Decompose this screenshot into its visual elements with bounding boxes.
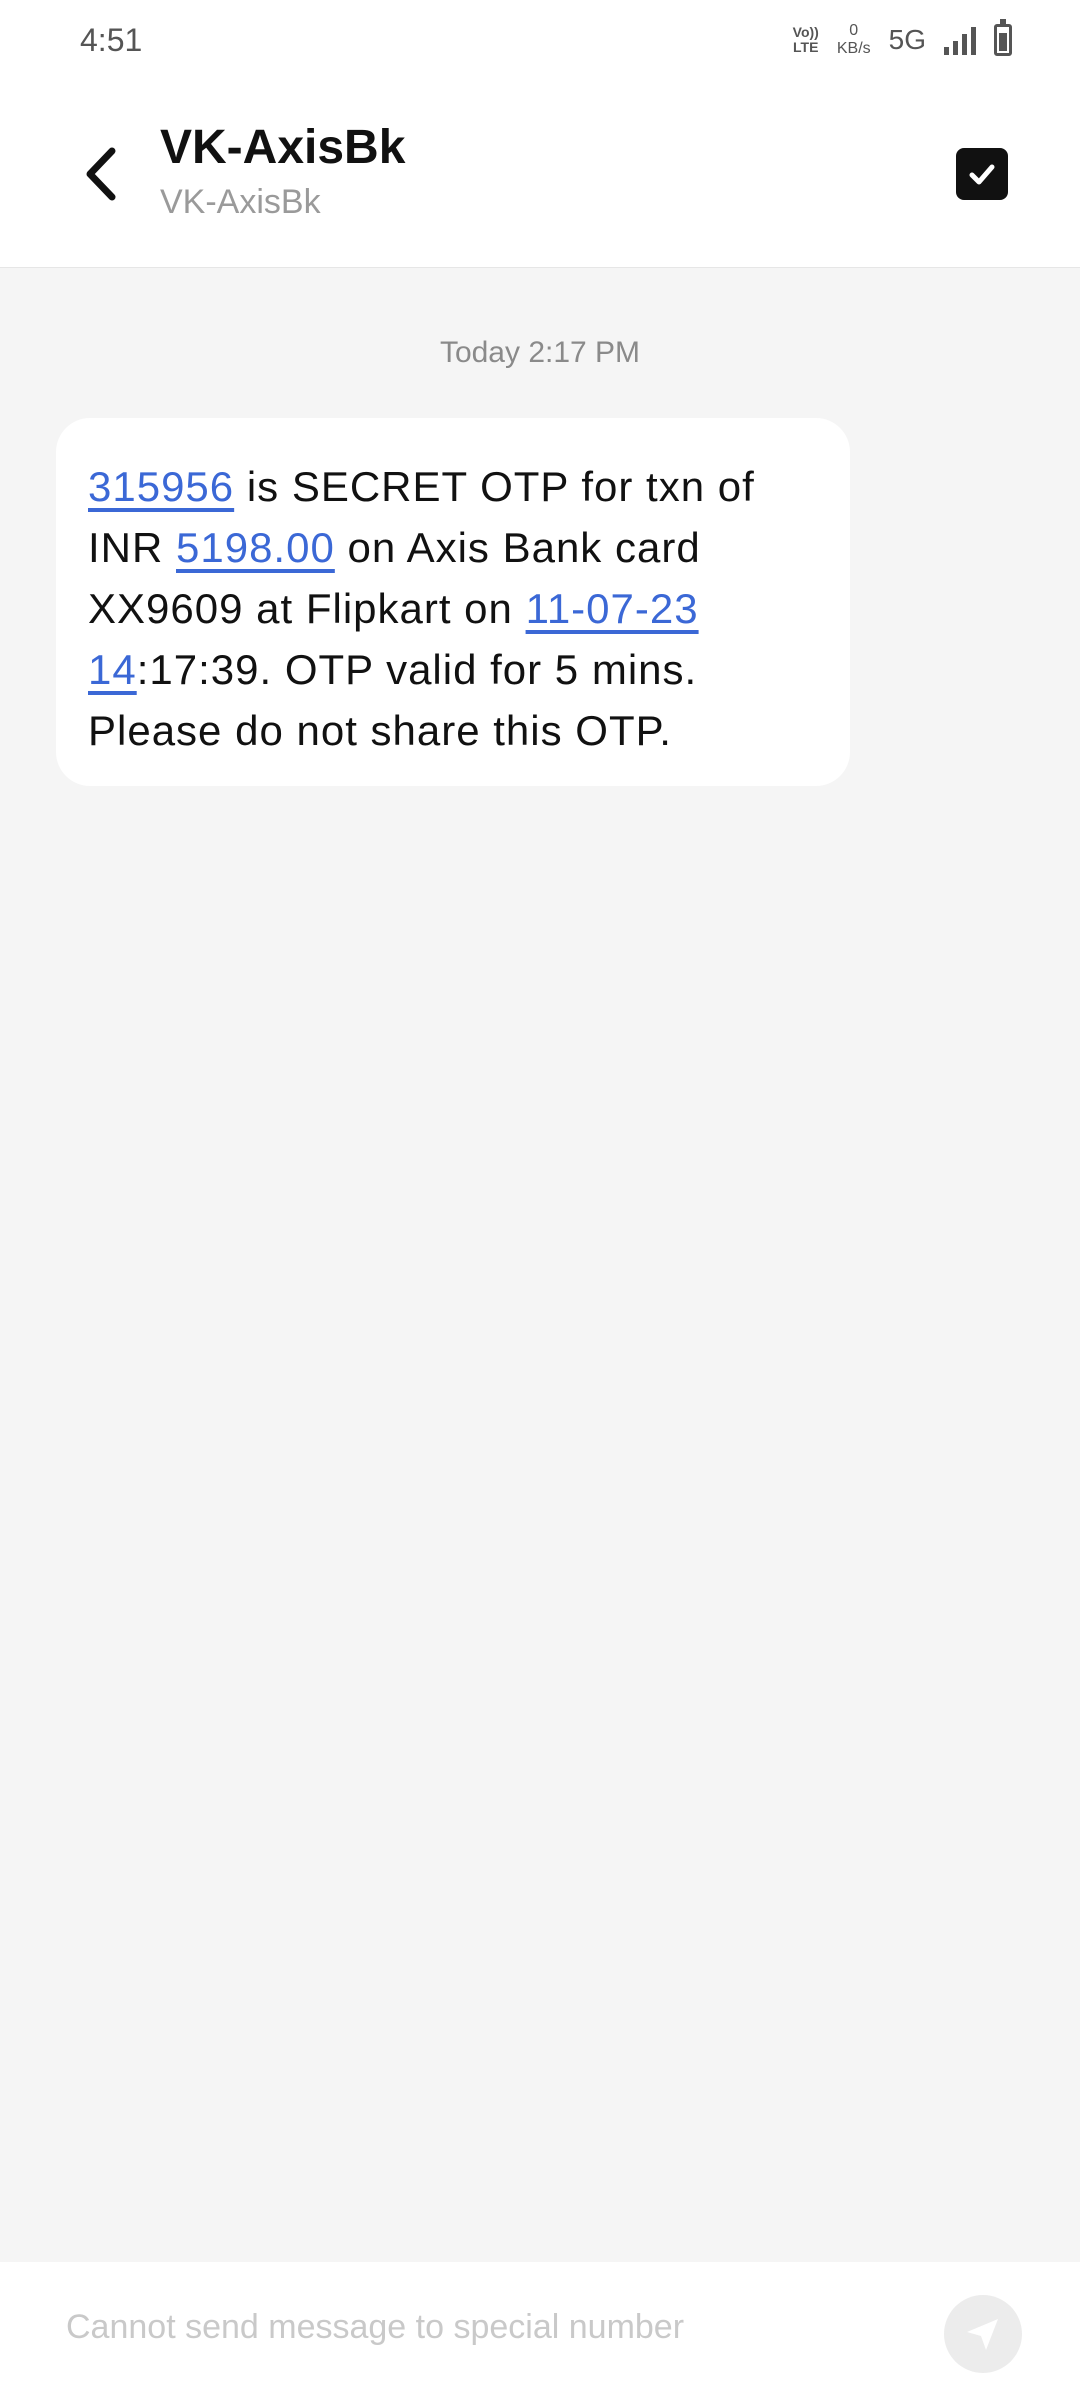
- otp-link[interactable]: 315956: [88, 463, 234, 510]
- conversation-header: VK-AxisBk VK-AxisBk: [0, 80, 1080, 268]
- message-text: :17:39. OTP valid for 5 mins. Please do …: [88, 646, 698, 754]
- status-icons: Vo)) LTE 0 KB/s 5G: [793, 19, 1012, 58]
- back-arrow-icon: [86, 147, 116, 201]
- amount-link[interactable]: 5198.00: [176, 524, 335, 571]
- message-input: Cannot send message to special number: [66, 2308, 685, 2346]
- checkbox-icon: [969, 164, 995, 185]
- volte-icon: Vo)) LTE: [793, 25, 819, 55]
- message-timestamp: Today 2:17 PM: [439, 336, 641, 369]
- signal-icon: [944, 25, 976, 55]
- speed-unit: KB/s: [836, 40, 871, 57]
- contact-number: VK-AxisBk: [160, 183, 321, 221]
- status-bar: 4:51 Vo)) LTE 0 KB/s 5G: [0, 0, 1080, 80]
- send-button: [944, 2295, 1022, 2373]
- network-type: 5G: [888, 24, 926, 55]
- battery-icon: [994, 19, 1012, 56]
- volte-label: Vo)): [792, 24, 819, 40]
- select-button[interactable]: [956, 148, 1008, 200]
- contact-name: VK-AxisBk: [160, 121, 406, 174]
- send-icon: [967, 2319, 998, 2350]
- network-speed: 0 KB/s: [837, 22, 871, 58]
- speed-value: 0: [849, 22, 859, 39]
- message-bubble[interactable]: 315956 is SECRET OTP for txn of INR 5198…: [56, 418, 850, 786]
- contact-info: VK-AxisBk VK-AxisBk: [160, 120, 405, 222]
- status-time: 4:51: [80, 21, 143, 58]
- composer-bar: Cannot send message to special number: [0, 2262, 1080, 2408]
- back-button[interactable]: [72, 142, 128, 206]
- lte-label: LTE: [793, 39, 819, 55]
